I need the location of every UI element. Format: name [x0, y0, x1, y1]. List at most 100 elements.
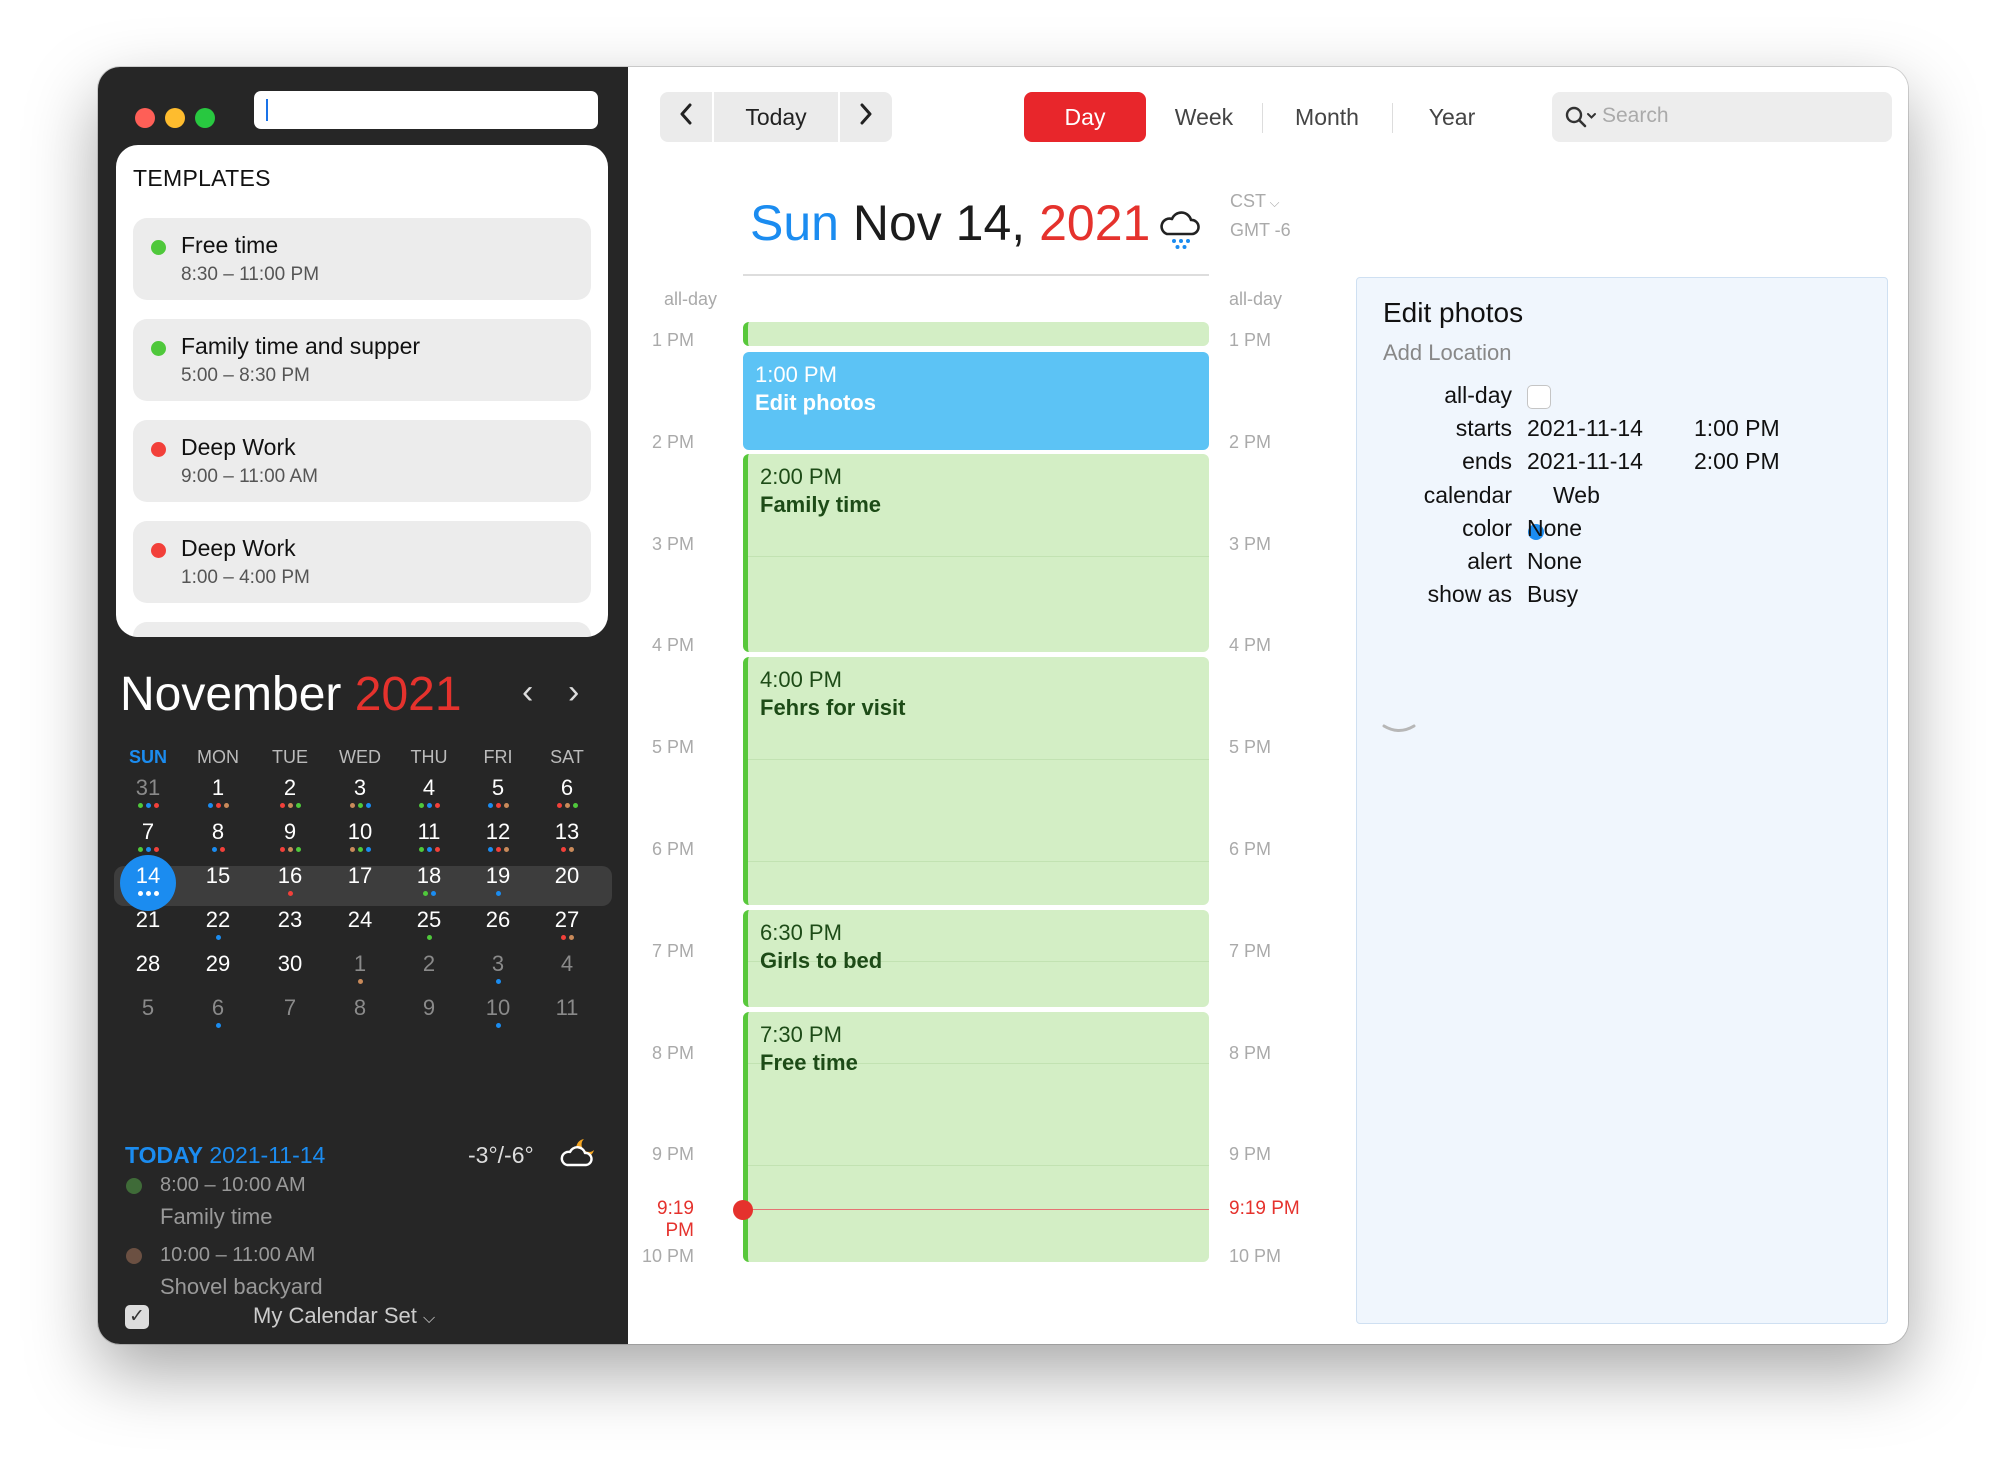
ends-date[interactable]: 2021-11-14 — [1527, 448, 1643, 475]
mini-cal-day[interactable]: 20 — [542, 863, 592, 889]
mini-cal-day[interactable]: 1 — [193, 775, 243, 808]
starts-date[interactable]: 2021-11-14 — [1527, 415, 1643, 442]
showas-value[interactable]: Busy — [1527, 581, 1578, 608]
mini-cal-day[interactable]: 26 — [473, 907, 523, 933]
mini-cal-day[interactable]: 12 — [473, 819, 523, 852]
mini-cal-day[interactable]: 4 — [404, 775, 454, 808]
mini-cal-day[interactable]: 29 — [193, 951, 243, 977]
zoom-window-button[interactable] — [195, 108, 215, 128]
current-time-label-right: 9:19 PM — [1229, 1198, 1300, 1219]
mini-cal-day[interactable]: 31 — [123, 775, 173, 808]
next-day-button[interactable] — [840, 92, 892, 142]
prev-day-button[interactable] — [660, 92, 712, 142]
mini-cal-day[interactable]: 16 — [265, 863, 315, 896]
mini-cal-day[interactable]: 7 — [123, 819, 173, 852]
detail-title[interactable]: Edit photos — [1383, 297, 1523, 329]
mini-cal-day[interactable]: 19 — [473, 863, 523, 896]
starts-time[interactable]: 1:00 PM — [1694, 415, 1780, 442]
mini-cal-day[interactable]: 15 — [193, 863, 243, 889]
mini-cal-day[interactable]: 11 — [404, 819, 454, 852]
event-dots-icon — [193, 935, 243, 940]
starts-label: starts — [1455, 415, 1512, 441]
view-year-button[interactable]: Year — [1402, 92, 1502, 142]
search-field[interactable]: Search — [1552, 92, 1892, 142]
mini-cal-day[interactable]: 5 — [473, 775, 523, 808]
quick-entry-input[interactable] — [254, 91, 598, 129]
mini-cal-day[interactable]: 5 — [123, 995, 173, 1021]
mini-cal-day-number: 27 — [554, 907, 580, 932]
color-value[interactable]: None — [1527, 515, 1582, 542]
event-edit-photos[interactable]: 1:00 PM Edit photos — [743, 352, 1209, 450]
template-card-family-time[interactable]: Family time and supper 5:00 – 8:30 PM — [133, 319, 591, 401]
event-girls-to-bed[interactable]: 6:30 PM Girls to bed — [743, 910, 1209, 1007]
mini-cal-day[interactable]: 4 — [542, 951, 592, 977]
current-time-dot — [733, 1200, 753, 1220]
mini-cal-day[interactable]: 28 — [123, 951, 173, 977]
template-card-free-time[interactable]: Free time 8:30 – 11:00 PM — [133, 218, 591, 300]
mini-cal-day[interactable]: 2 — [265, 775, 315, 808]
agenda-event-title[interactable]: Shovel backyard — [160, 1274, 323, 1300]
location-field[interactable]: Add Location — [1383, 340, 1511, 366]
mini-cal-day[interactable]: 8 — [335, 995, 385, 1021]
ends-time[interactable]: 2:00 PM — [1694, 448, 1780, 475]
mini-cal-day[interactable]: 14 — [120, 855, 176, 911]
view-week-button[interactable]: Week — [1156, 92, 1252, 142]
timezone-selector[interactable]: CST ⌵ — [1230, 191, 1279, 212]
calendar-set-checkbox[interactable]: ✓ — [125, 1305, 149, 1329]
expand-chevron-down-icon[interactable] — [1381, 722, 1417, 736]
event-free-time[interactable]: 7:30 PM Free time — [743, 1012, 1209, 1262]
mini-cal-day[interactable]: 1 — [335, 951, 385, 984]
hour-label: 3 PM — [1229, 533, 1272, 554]
event-family-time[interactable]: 2:00 PM Family time — [743, 454, 1209, 652]
mini-cal-day[interactable]: 2 — [404, 951, 454, 977]
mini-cal-day[interactable]: 3 — [335, 775, 385, 808]
alert-value[interactable]: None — [1527, 548, 1582, 575]
mini-cal-day[interactable]: 23 — [265, 907, 315, 933]
today-button[interactable]: Today — [714, 92, 838, 142]
mini-cal-day[interactable]: 3 — [473, 951, 523, 984]
mini-cal-day[interactable]: 10 — [335, 819, 385, 852]
close-window-button[interactable] — [135, 108, 155, 128]
template-card-deep-work-pm[interactable]: Deep Work 1:00 – 4:00 PM — [133, 521, 591, 603]
header-weekday: Sun — [750, 195, 839, 251]
mini-cal-day[interactable]: 13 — [542, 819, 592, 852]
mini-cal-day[interactable]: 22 — [193, 907, 243, 940]
mini-cal-day[interactable]: 25 — [404, 907, 454, 940]
event-fehrs-for-visit[interactable]: 4:00 PM Fehrs for visit — [743, 657, 1209, 905]
mini-cal-day[interactable]: 6 — [542, 775, 592, 808]
template-card-partial[interactable] — [133, 622, 591, 637]
mini-cal-day[interactable]: 9 — [404, 995, 454, 1021]
chevron-left-icon — [680, 103, 692, 125]
mini-cal-day[interactable]: 18 — [404, 863, 454, 896]
view-month-button[interactable]: Month — [1272, 92, 1382, 142]
view-day-button[interactable]: Day — [1024, 92, 1146, 142]
template-time: 5:00 – 8:30 PM — [181, 365, 310, 386]
event-dots-icon — [123, 803, 173, 808]
partly-cloudy-night-icon — [560, 1139, 594, 1167]
mini-cal-day[interactable]: 9 — [265, 819, 315, 852]
green-dot-icon — [151, 341, 166, 356]
template-card-deep-work-am[interactable]: Deep Work 9:00 – 11:00 AM — [133, 420, 591, 502]
mini-cal-day[interactable]: 6 — [193, 995, 243, 1028]
mini-cal-day[interactable]: 24 — [335, 907, 385, 933]
weekday-label: TUE — [272, 747, 308, 767]
minimize-window-button[interactable] — [165, 108, 185, 128]
next-month-chevron-icon[interactable]: › — [568, 673, 579, 712]
mini-cal-day[interactable]: 27 — [542, 907, 592, 940]
mini-cal-day-number: 2 — [422, 951, 436, 976]
day-header-date: Sun Nov 14, 2021 — [750, 194, 1150, 252]
mini-cal-day[interactable]: 11 — [542, 995, 592, 1021]
calendar-value[interactable]: Web — [1553, 482, 1600, 509]
calendar-set-dropdown[interactable]: My Calendar Set ⌵ — [253, 1303, 435, 1329]
month-name: November — [120, 668, 342, 721]
mini-cal-day-number: 8 — [211, 819, 225, 844]
mini-cal-day[interactable]: 30 — [265, 951, 315, 977]
prev-month-chevron-icon[interactable]: ‹ — [522, 673, 533, 712]
mini-cal-day[interactable]: 7 — [265, 995, 315, 1021]
allday-checkbox[interactable] — [1527, 385, 1551, 409]
mini-cal-day[interactable]: 8 — [193, 819, 243, 852]
agenda-event-title[interactable]: Family time — [160, 1204, 272, 1230]
mini-cal-day[interactable]: 10 — [473, 995, 523, 1028]
event-block-overflow[interactable] — [743, 322, 1209, 346]
mini-cal-day[interactable]: 17 — [335, 863, 385, 889]
